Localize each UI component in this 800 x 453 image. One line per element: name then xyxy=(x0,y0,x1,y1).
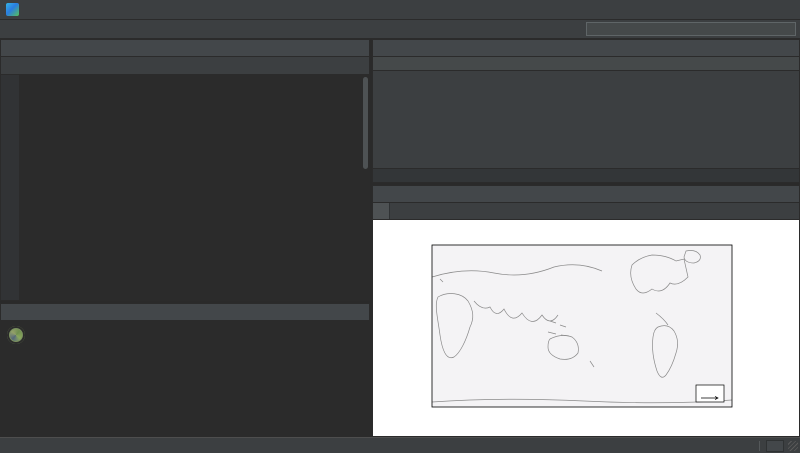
menu-bar xyxy=(0,0,800,20)
editor-panel-header xyxy=(1,40,369,57)
toolbar xyxy=(0,20,800,39)
editor-scrollbar[interactable] xyxy=(362,75,369,300)
current-folder-combobox[interactable] xyxy=(586,22,796,36)
file-table-header xyxy=(373,57,799,71)
app-logo-icon xyxy=(6,3,19,16)
code-editor[interactable] xyxy=(1,75,369,300)
code-lines xyxy=(1,75,369,77)
file-table-body xyxy=(373,71,799,168)
editor-tab-bar xyxy=(1,57,369,75)
jython-brand xyxy=(7,324,363,346)
close-icon[interactable] xyxy=(776,0,800,19)
minimize-icon[interactable] xyxy=(728,0,752,19)
figure-canvas[interactable] xyxy=(373,220,799,436)
jython-logo-icon xyxy=(7,326,25,344)
figures-tab-bar xyxy=(373,203,799,220)
figures-panel-header xyxy=(373,186,799,203)
console-panel-header xyxy=(1,304,369,321)
resize-grip[interactable] xyxy=(788,441,798,451)
explorer-bottom-tabs xyxy=(373,168,799,182)
statusbar-separator xyxy=(759,441,760,451)
maximize-icon[interactable] xyxy=(752,0,776,19)
status-bar xyxy=(0,437,800,453)
console-output[interactable] xyxy=(1,321,369,436)
quiver-key xyxy=(696,385,724,402)
console-panel xyxy=(0,303,370,437)
map-background xyxy=(432,245,732,407)
file-explorer-header xyxy=(373,40,799,57)
quiver-key-box xyxy=(696,385,724,402)
velocity-potential-figure xyxy=(374,221,798,435)
window-controls xyxy=(728,0,800,19)
figures-panel xyxy=(372,185,800,437)
scrollbar-thumb[interactable] xyxy=(363,77,368,169)
app-window: { "window": { "title": "MeteoInfoLab", "… xyxy=(0,0,800,453)
figure-tab[interactable] xyxy=(373,203,390,219)
editor-panel xyxy=(0,39,370,301)
file-explorer-panel xyxy=(372,39,800,183)
memory-indicator[interactable] xyxy=(766,440,784,452)
